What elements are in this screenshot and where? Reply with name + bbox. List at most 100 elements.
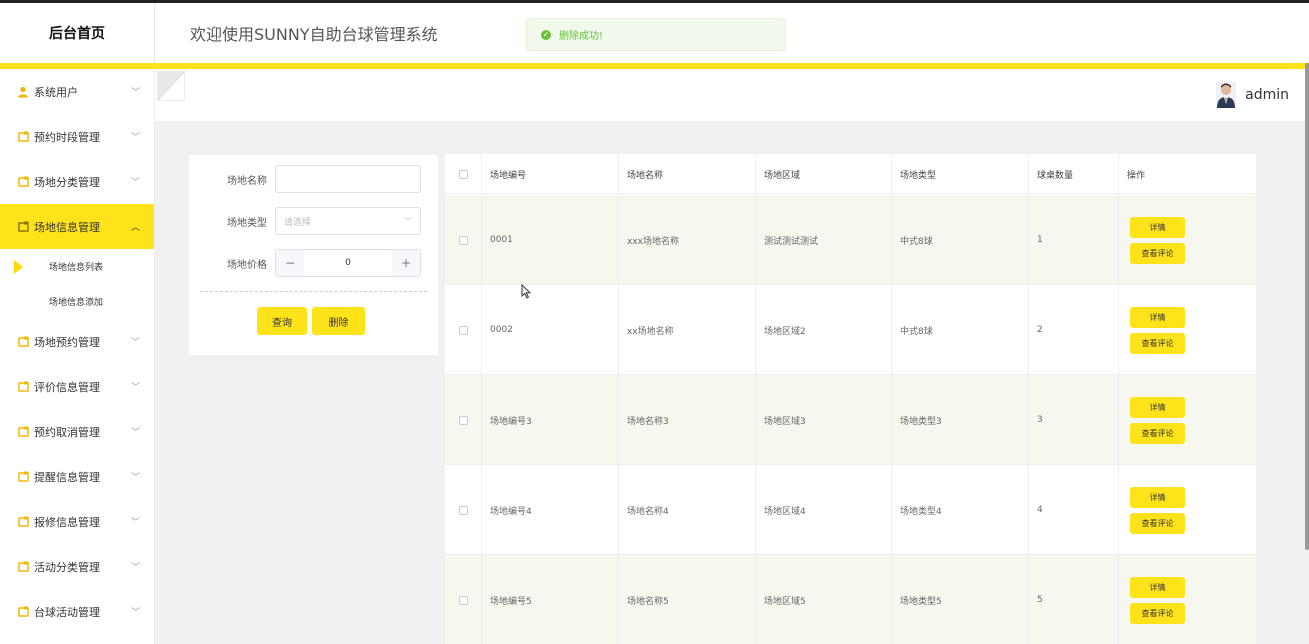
select-placeholder: 请选择 — [284, 217, 312, 228]
sidebar-item-label: 评价信息管理 — [34, 380, 100, 394]
cell-venue-id: 场地编号3 — [482, 375, 619, 465]
cell-venue-area: 测试测试测试 — [756, 195, 892, 285]
price-stepper[interactable]: − 0 + — [275, 249, 421, 277]
column-header: 操作 — [1127, 170, 1146, 181]
row-checkbox[interactable] — [458, 505, 468, 515]
detail-button[interactable]: 详情 — [1130, 487, 1185, 508]
chevron-down-icon: ﹀ — [130, 383, 140, 393]
collapse-toggle-icon[interactable] — [155, 69, 186, 102]
view-reviews-button[interactable]: 查看评论 — [1130, 243, 1185, 264]
price-value[interactable]: 0 — [304, 250, 392, 276]
view-reviews-button[interactable]: 查看评论 — [1130, 513, 1185, 534]
view-reviews-button[interactable]: 查看评论 — [1130, 333, 1185, 354]
table-row[interactable]: 场地编号5 场地名称5 场地区域5 场地类型5 5 详情 查看评论 — [445, 555, 1256, 644]
detail-button[interactable]: 详情 — [1130, 397, 1185, 418]
check-circle-icon: ✓ — [541, 29, 551, 40]
row-select-cell — [445, 285, 482, 375]
divider — [200, 291, 427, 292]
folder-icon — [17, 471, 29, 483]
sidebar-item-label: 系统用户 — [34, 85, 78, 99]
sidebar-item-label: 提醒信息管理 — [34, 470, 100, 484]
sidebar-subitem-label: 场地信息添加 — [49, 298, 104, 308]
chevron-down-icon: ﹀ — [130, 133, 140, 143]
cell-table-count: 1 — [1029, 195, 1119, 285]
sidebar-item-cancellations[interactable]: 预约取消管理 ﹀ — [0, 409, 154, 454]
sidebar-item-repairs[interactable]: 报修信息管理 ﹀ — [0, 499, 154, 544]
cell-venue-name: 场地名称5 — [619, 555, 756, 644]
folder-icon — [17, 516, 29, 528]
column-header[interactable]: 场地区域 — [756, 154, 892, 194]
column-header[interactable]: 场地名称 — [619, 154, 756, 194]
cell-table-count: 4 — [1029, 465, 1119, 555]
table-row[interactable]: 0001 xxx场地名称 测试测试测试 中式8球 1 详情 查看评论 — [445, 195, 1256, 285]
folder-icon — [17, 606, 29, 618]
view-reviews-button[interactable]: 查看评论 — [1130, 423, 1185, 444]
detail-button[interactable]: 详情 — [1130, 217, 1185, 238]
user-icon — [17, 86, 29, 98]
chevron-down-icon: ﹀ — [130, 608, 140, 618]
venue-name-input[interactable] — [275, 165, 421, 193]
cell-venue-type: 中式8球 — [892, 285, 1029, 375]
folder-icon — [17, 336, 29, 348]
sidebar-item-booking-slots[interactable]: 预约时段管理 ﹀ — [0, 114, 154, 159]
content-header — [155, 69, 1309, 121]
sidebar-item-venue-category[interactable]: 场地分类管理 ﹀ — [0, 159, 154, 204]
sidebar-subitem-venue-add[interactable]: 场地信息添加 — [0, 284, 154, 319]
sidebar-item-billiard-activity[interactable]: 台球活动管理 ﹀ — [0, 589, 154, 634]
table-row[interactable]: 场地编号4 场地名称4 场地区域4 场地类型4 4 详情 查看评论 — [445, 465, 1256, 555]
cell-actions: 详情 查看评论 — [1119, 555, 1256, 644]
plus-button[interactable]: + — [392, 250, 420, 276]
cell-venue-area: 场地区域3 — [756, 375, 892, 465]
table-row[interactable]: 0002 xx场地名称 场地区域2 中式8球 2 详情 查看评论 — [445, 285, 1256, 375]
venue-type-select[interactable]: 请选择 ﹀ — [275, 207, 421, 235]
folder-icon — [17, 561, 29, 573]
chevron-down-icon: ﹀ — [130, 338, 140, 348]
sidebar-item-system-users[interactable]: 系统用户 ﹀ — [0, 69, 154, 114]
detail-button[interactable]: 详情 — [1130, 307, 1185, 328]
filter-panel: 场地名称 场地类型 请选择 ﹀ 场地价格 − 0 + 查询 删除 — [189, 155, 438, 355]
cell-actions: 详情 查看评论 — [1119, 375, 1256, 465]
minus-button[interactable]: − — [276, 250, 304, 276]
row-checkbox[interactable] — [458, 595, 468, 605]
row-select-cell — [445, 195, 482, 285]
cell-actions: 详情 查看评论 — [1119, 195, 1256, 285]
select-all-checkbox[interactable] — [458, 169, 468, 179]
row-checkbox[interactable] — [458, 325, 468, 335]
sidebar-item-reviews[interactable]: 评价信息管理 ﹀ — [0, 364, 154, 409]
sidebar-item-label: 活动分类管理 — [34, 560, 100, 574]
row-checkbox[interactable] — [458, 235, 468, 245]
folder-icon — [17, 176, 29, 188]
cell-venue-name: 场地名称4 — [619, 465, 756, 555]
folder-icon — [17, 131, 29, 143]
scrollbar[interactable] — [1305, 63, 1309, 550]
column-header[interactable]: 球桌数量 — [1029, 154, 1119, 194]
venue-name-label: 场地名称 — [227, 175, 267, 187]
sidebar-item-venue-info[interactable]: 场地信息管理 ︿ — [0, 204, 154, 249]
detail-button[interactable]: 详情 — [1130, 577, 1185, 598]
sidebar: 系统用户 ﹀ 预约时段管理 ﹀ 场地分类管理 ﹀ 场地信息管理 ︿ 场地信息列表… — [0, 69, 155, 644]
sidebar-item-venue-booking[interactable]: 场地预约管理 ﹀ — [0, 319, 154, 364]
sidebar-subitem-venue-list[interactable]: 场地信息列表 — [0, 249, 154, 284]
chevron-down-icon: ﹀ — [130, 88, 140, 98]
column-header[interactable]: 场地编号 — [482, 154, 619, 194]
delete-button[interactable]: 删除 — [312, 307, 365, 335]
sidebar-item-label: 场地信息管理 — [34, 220, 100, 234]
cell-venue-id: 场地编号4 — [482, 465, 619, 555]
sidebar-item-reminders[interactable]: 提醒信息管理 ﹀ — [0, 454, 154, 499]
filter-row-type: 场地类型 请选择 ﹀ — [189, 207, 438, 235]
cell-table-count: 3 — [1029, 375, 1119, 465]
cell-venue-area: 场地区域5 — [756, 555, 892, 644]
home-link[interactable]: 后台首页 — [0, 3, 155, 63]
user-menu[interactable]: admin — [1216, 82, 1289, 108]
row-select-cell — [445, 465, 482, 555]
table-row[interactable]: 场地编号3 场地名称3 场地区域3 场地类型3 3 详情 查看评论 — [445, 375, 1256, 465]
sidebar-item-label: 报修信息管理 — [34, 515, 100, 529]
view-reviews-button[interactable]: 查看评论 — [1130, 603, 1185, 624]
row-checkbox[interactable] — [458, 415, 468, 425]
cell-venue-area: 场地区域2 — [756, 285, 892, 375]
chevron-down-icon: ﹀ — [130, 178, 140, 188]
query-button[interactable]: 查询 — [257, 307, 307, 335]
sidebar-item-activity-category[interactable]: 活动分类管理 ﹀ — [0, 544, 154, 589]
cell-table-count: 5 — [1029, 555, 1119, 644]
column-header[interactable]: 场地类型 — [892, 154, 1029, 194]
